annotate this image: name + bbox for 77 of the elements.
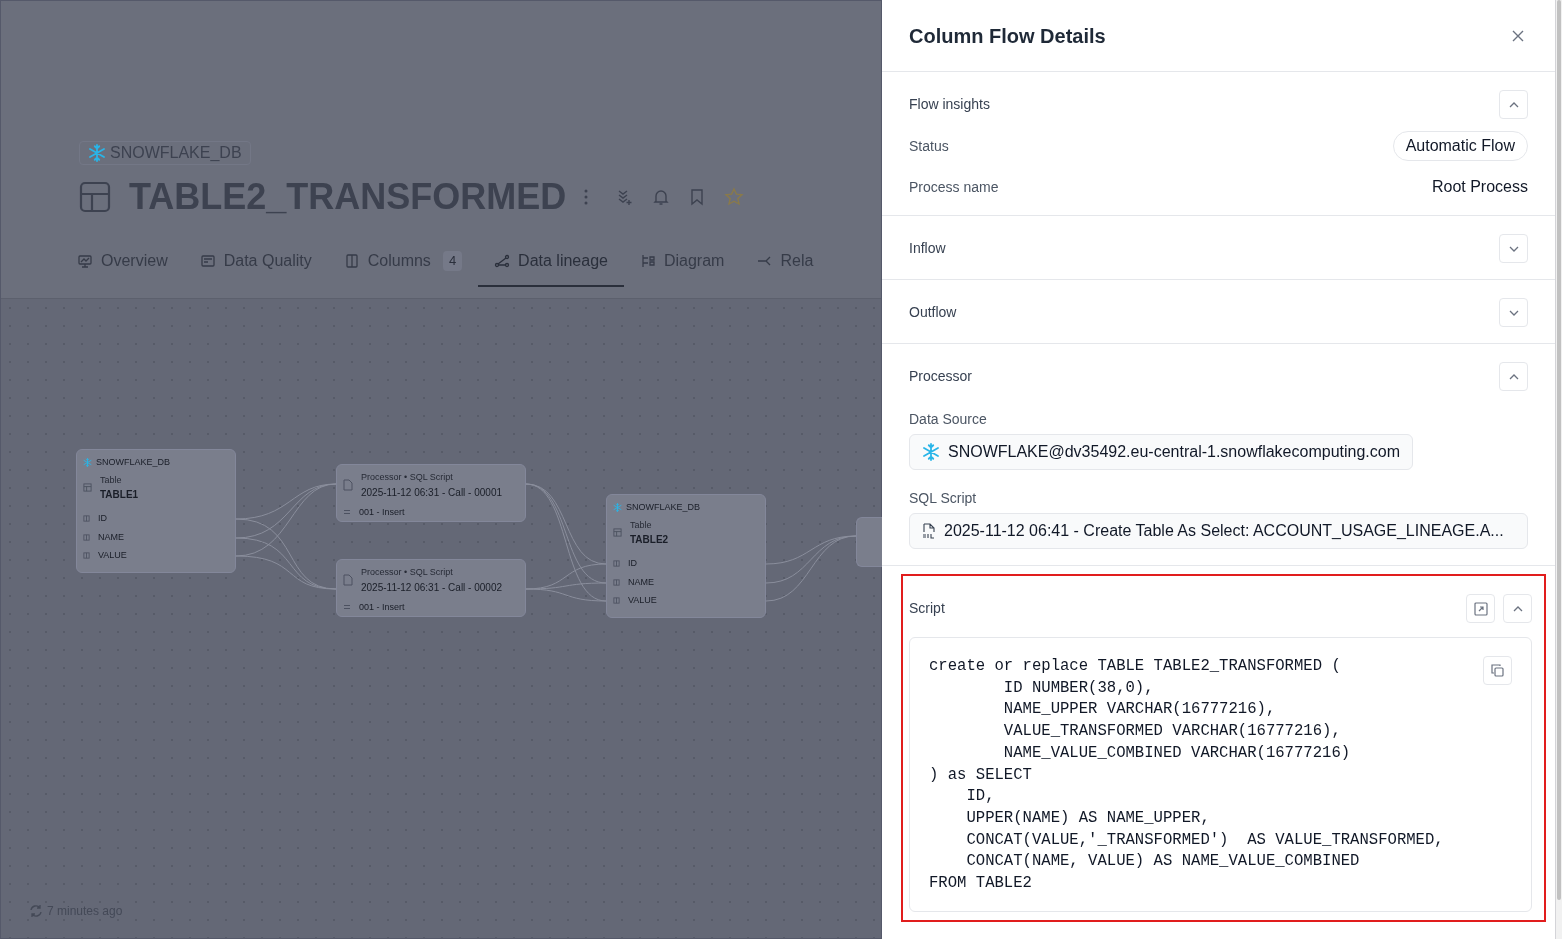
copy-icon [1491, 664, 1504, 677]
section-title: Flow insights [909, 95, 990, 114]
table-icon [83, 483, 92, 493]
column-name: VALUE [628, 594, 657, 607]
column-icon [613, 578, 620, 586]
count-badge: 4 [442, 251, 463, 271]
node-type: Processor • SQL Script [361, 471, 454, 484]
copy-button[interactable] [1483, 656, 1512, 685]
bell-icon [652, 188, 671, 206]
section-title: Processor [909, 367, 973, 386]
column-icon [83, 533, 90, 541]
column-name: ID [98, 512, 107, 525]
database-label: SNOWFLAKE_DB [96, 456, 171, 469]
table-node-card[interactable]: SNOWFLAKE_DB Table TABLE1 ID NAME VALUE [76, 449, 236, 573]
field-label: Status [909, 136, 949, 156]
column-name: NAME [628, 575, 654, 589]
table-icon [613, 528, 622, 538]
node-name: 2025-11-12 06:31 - Call - 00001 [361, 485, 503, 500]
quality-icon [199, 253, 216, 269]
table-node-card[interactable]: SNOWFLAKE_DB Table TABLE2 ID NAME VALUE [606, 494, 766, 618]
column-name: NAME [98, 530, 124, 544]
node-type: Table [630, 518, 653, 532]
more-icon [584, 189, 589, 205]
column-name: VALUE [98, 549, 127, 562]
partial-node-card[interactable] [856, 517, 882, 567]
table-icon [79, 181, 111, 213]
field-label: Process name [909, 177, 999, 197]
panel-title: Column Flow Details [909, 23, 1106, 49]
column-icon [613, 560, 620, 568]
data-source-chip[interactable]: SNOWFLAKE@dv35492.eu-central-1.snowflakecomputing.com [909, 434, 1413, 470]
field-label: Data Source [909, 410, 988, 429]
swap-icon [343, 509, 351, 516]
node-type: Processor • SQL Script [361, 566, 454, 579]
collapse-toggle[interactable] [1499, 362, 1528, 391]
collapse-toggle[interactable] [1499, 298, 1528, 327]
collapse-toggle[interactable] [1499, 234, 1528, 263]
lineage-icon [494, 253, 511, 269]
close-icon [1512, 29, 1524, 42]
expand-icon [1473, 601, 1488, 616]
process-node-card[interactable]: Processor • SQL Script 2025-11-12 06:31 - Call - 00001 001 - Insert [336, 464, 526, 522]
columns-icon [343, 253, 360, 269]
operation-label: 001 - Insert [359, 600, 405, 614]
collapse-toggle[interactable] [1499, 90, 1528, 119]
operation-label: 001 - Insert [359, 505, 405, 519]
node-type: Table [100, 473, 123, 487]
column-icon [83, 515, 90, 523]
column-icon [613, 597, 620, 605]
tab[interactable]: Data lineage [478, 245, 624, 287]
column-name: ID [628, 557, 637, 570]
swap-icon [343, 604, 351, 611]
section-title: Script [909, 599, 945, 618]
process-node-card[interactable]: Processor • SQL Script 2025-11-12 06:31 - Call - 00002 001 - Insert [336, 559, 526, 617]
refresh-icon [29, 904, 43, 918]
node-name: 2025-11-12 06:31 - Call - 00002 [361, 580, 503, 595]
field-label: SQL Script [909, 489, 978, 508]
sql-file-icon [922, 523, 936, 539]
file-icon [343, 479, 353, 492]
layers-add-icon [616, 188, 635, 206]
snowflake-icon [88, 144, 106, 162]
node-name: TABLE2 [630, 533, 669, 547]
chart-icon [77, 253, 93, 269]
star-icon [724, 187, 745, 207]
collapse-toggle[interactable] [1503, 594, 1532, 623]
script-link[interactable]: 2025-11-12 06:41 - Create Table As Select: ACCOUNT_USAGE_LINEAGE.A... [909, 513, 1528, 549]
diagram-icon [639, 253, 656, 269]
code-text: create or replace TABLE TABLE2_TRANSFORMED ( ID NUMBER(38,0), NAME_UPPER VARCHAR(16777216), VALUE_TRANSFORMED VARCHAR(16777216), NAME_VALUE_COMBINED VARCHAR(16777216) ) as SELECT ID, UPPER(NAME) AS NAME_UPPER, CONCAT(VALUE,'_TRANSFORMED') AS VALUE_TRANSFORMED, CONCAT(NAME, VALUE) AS NAME_VALUE_COMBINED FROM TABLE2 [929, 656, 1444, 895]
expand-button[interactable] [1466, 594, 1495, 623]
section-title: Outflow [909, 303, 957, 322]
snowflake-icon [922, 443, 940, 461]
column-icon [83, 552, 90, 560]
snowflake-icon [613, 503, 622, 513]
section-title: Inflow [909, 239, 946, 258]
node-name: TABLE1 [100, 488, 139, 502]
file-icon [343, 574, 353, 587]
snowflake-icon [83, 458, 92, 468]
database-label: SNOWFLAKE_DB [626, 501, 701, 514]
field-value: Root Process [1431, 177, 1528, 197]
